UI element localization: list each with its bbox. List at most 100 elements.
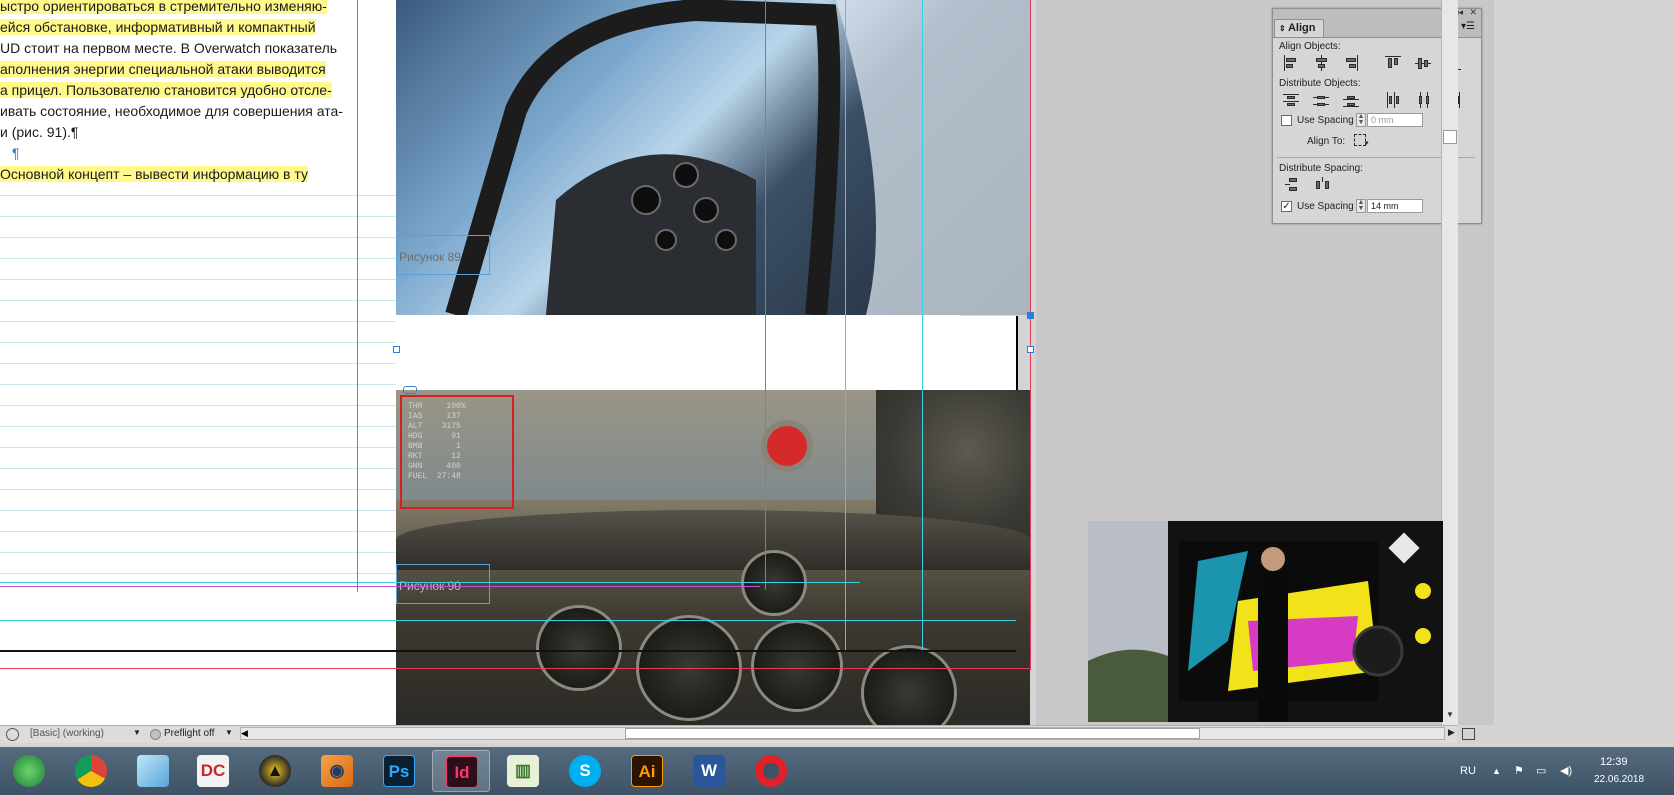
distribute-horizontal-centers-icon[interactable] (1415, 92, 1431, 108)
page-status-icon[interactable] (6, 728, 19, 741)
show-hidden-icons-icon[interactable]: ▲ (1492, 766, 1501, 776)
baseline-grid (0, 237, 400, 238)
dc-icon: DC (197, 755, 229, 787)
taskbar-app-indesign[interactable]: Id (432, 750, 490, 792)
body-text-line[interactable]: ыстро ориентироваться в стремительно изм… (0, 0, 358, 17)
body-text-line[interactable]: UD стоит на первом месте. В Overwatch по… (0, 38, 358, 59)
taskbar-app-viewer[interactable]: ◉ (308, 750, 366, 792)
checkmark-icon: ✓ (1282, 201, 1291, 212)
text-run: ивать состояние, необходимое для соверше… (0, 103, 343, 119)
section-label: Distribute Objects: (1279, 78, 1361, 89)
spacing-stepper-top[interactable]: ▲ ▼ (1356, 113, 1366, 127)
use-spacing-checkbox-top[interactable] (1281, 115, 1292, 126)
body-text-line[interactable]: аполнения энергии специальной атаки выво… (0, 59, 358, 80)
scroll-left-icon[interactable]: ◀ (241, 728, 248, 739)
working-style-dropdown[interactable]: [Basic] (working) (30, 728, 104, 739)
use-spacing-checkbox-bottom[interactable]: ✓ (1281, 201, 1292, 212)
baseline-grid (0, 300, 400, 301)
baseline-grid (0, 426, 400, 427)
chrome-icon (75, 755, 107, 787)
taskbar-app-chart[interactable]: ▥ (494, 750, 552, 792)
cockpit-image-bottom[interactable]: THR 100% IAS 137 ALT 3175 HDG 91 BMB 1 R… (396, 390, 1030, 725)
taskbar-app-illustrator[interactable]: Ai (618, 750, 676, 792)
volume-icon[interactable]: ◀) (1560, 764, 1572, 777)
body-text-line[interactable]: Основной концепт – вывести информацию в … (0, 164, 358, 185)
globe-app-icon (13, 755, 45, 787)
taskbar-app-skype[interactable]: S (556, 750, 614, 792)
taskbar-app-photoshop[interactable]: Ps (370, 750, 428, 792)
body-text-line[interactable]: ейся обстановке, информативный и компакт… (0, 17, 358, 38)
body-text-line[interactable]: и (рис. 91).¶ (0, 122, 358, 143)
baseline-grid (0, 258, 400, 259)
body-text-line[interactable]: ивать состояние, необходимое для соверше… (0, 101, 358, 122)
caption-frame-bottom[interactable]: Рисунок 90 (396, 564, 490, 604)
taskbar-app-word[interactable]: W (680, 750, 738, 792)
selection-handle[interactable] (1027, 346, 1034, 353)
taskbar-app-warning[interactable]: ▲ (246, 750, 304, 792)
distribute-top-edges-icon[interactable] (1283, 92, 1299, 108)
text-run: а прицел. Пользователю становится удобно… (0, 82, 332, 98)
clock-time[interactable]: 12:39 (1600, 756, 1628, 768)
language-indicator[interactable]: RU (1460, 765, 1476, 777)
spacing-stepper-bottom[interactable]: ▲ ▼ (1356, 199, 1366, 213)
distribute-vertical-space-icon[interactable] (1285, 177, 1301, 193)
align-horizontal-centers-icon[interactable] (1313, 55, 1329, 71)
align-right-edges-icon[interactable] (1343, 55, 1359, 71)
taskbar-app-opera[interactable] (742, 750, 800, 792)
cockpit-image-top[interactable] (396, 0, 1030, 315)
selection-handle[interactable] (1027, 312, 1034, 319)
preflight-status[interactable]: Preflight off (164, 728, 214, 739)
align-to-selection-icon[interactable]: ▾ (1353, 133, 1369, 149)
scroll-right-icon[interactable]: ▶ (1448, 727, 1455, 738)
caption-frame-top[interactable]: Рисунок 89 (396, 235, 490, 275)
start-button[interactable] (0, 750, 58, 792)
empty-paragraph[interactable]: ¶ (12, 143, 370, 164)
selection-handle[interactable] (393, 346, 400, 353)
taskbar-app-chrome[interactable] (62, 750, 120, 792)
close-icon[interactable]: ✕ (1469, 7, 1477, 18)
windows-taskbar: DC ▲ ◉ Ps Id ▥ S Ai W RU ▲ ⚑ ▭ ◀) 12:39 … (0, 747, 1674, 795)
dashboard-rim (396, 510, 1030, 570)
red-button-icon (761, 420, 813, 472)
tab-label: Align (1287, 22, 1316, 34)
tab-align[interactable]: ⇕ Align (1274, 19, 1325, 37)
align-left-edges-icon[interactable] (1283, 55, 1299, 71)
taskbar-app-notes[interactable] (124, 750, 182, 792)
scrollbar-thumb[interactable] (1443, 130, 1457, 144)
baseline-grid (0, 216, 400, 217)
align-vertical-centers-icon[interactable] (1415, 55, 1431, 71)
distribute-bottom-edges-icon[interactable] (1343, 92, 1359, 108)
distribute-vertical-centers-icon[interactable] (1313, 92, 1329, 108)
chevron-down-icon[interactable]: ▼ (225, 728, 233, 737)
text-run: аполнения энергии специальной атаки выво… (0, 61, 326, 77)
baseline-grid (0, 195, 400, 196)
bleed-guide (0, 668, 1030, 669)
scroll-down-icon[interactable]: ▼ (1446, 710, 1454, 719)
clock-date[interactable]: 22.06.2018 (1594, 774, 1644, 785)
vertical-scrollbar[interactable] (1441, 0, 1458, 725)
align-top-edges-icon[interactable] (1385, 55, 1401, 71)
spacing-field-bottom[interactable]: 14 mm (1367, 199, 1423, 213)
baseline-grid (0, 489, 400, 490)
video-overlay[interactable] (1088, 521, 1443, 722)
text-run: ейся обстановке, информативный и компакт… (0, 19, 316, 35)
body-text-line[interactable]: а прицел. Пользователю становится удобно… (0, 80, 358, 101)
baseline-grid (0, 384, 400, 385)
taskbar-app-dc[interactable]: DC (184, 750, 242, 792)
panel-menu-icon[interactable]: ▾☰ (1461, 21, 1475, 32)
opera-icon (755, 755, 787, 787)
chevron-down-icon[interactable]: ▼ (133, 728, 141, 737)
chart-icon: ▥ (507, 755, 539, 787)
preflight-icon[interactable] (150, 729, 161, 740)
distribute-horizontal-space-icon[interactable] (1315, 177, 1331, 193)
spacing-field-top[interactable]: 0 mm (1367, 113, 1423, 127)
use-spacing-label: Use Spacing (1297, 201, 1354, 212)
scrollbar-thumb[interactable] (625, 728, 1200, 739)
empty-frame[interactable] (396, 316, 1018, 390)
distribute-left-edges-icon[interactable] (1385, 92, 1401, 108)
action-center-flag-icon[interactable]: ⚑ (1514, 764, 1524, 777)
baseline-guide (0, 620, 1016, 621)
network-icon[interactable]: ▭ (1536, 764, 1546, 777)
link-chain-icon[interactable] (403, 386, 417, 394)
view-toggle-icon[interactable] (1462, 728, 1475, 740)
